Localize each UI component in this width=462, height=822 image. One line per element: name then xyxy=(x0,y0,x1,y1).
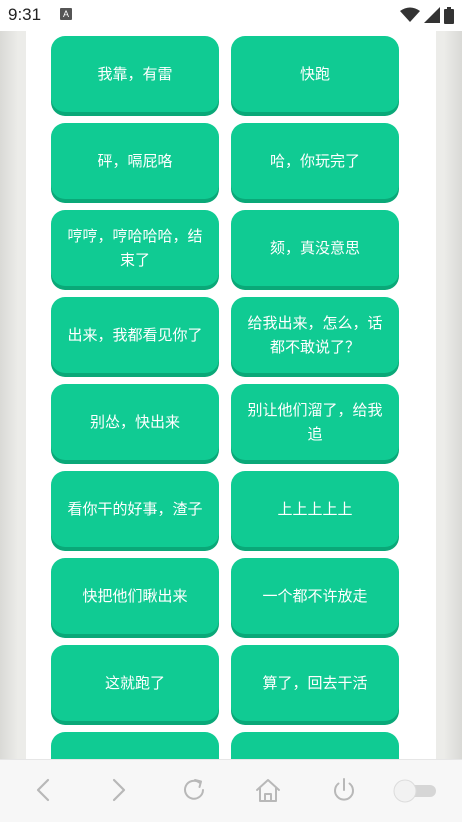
voice-button-8[interactable]: 给我出来，怎么，话都不敢说了？ xyxy=(231,297,399,373)
voice-button-10[interactable]: 别让他们溜了，给我追 xyxy=(231,384,399,460)
button-grid-card: 我靠，有雷 快跑 砰，嗝屁咯 哈，你玩完了 哼哼，哼哈哈哈，结束了 颏，真没意思… xyxy=(26,31,436,759)
status-time: 9:31 xyxy=(8,5,42,24)
voice-button-17[interactable] xyxy=(51,732,219,759)
voice-button-12[interactable]: 上上上上上 xyxy=(231,471,399,547)
voice-button-6[interactable]: 颏，真没意思 xyxy=(231,210,399,286)
notification-a-icon: A xyxy=(60,8,72,20)
power-icon[interactable] xyxy=(328,774,360,806)
forward-icon[interactable] xyxy=(102,774,134,806)
wifi-icon xyxy=(400,7,420,22)
voice-button-11[interactable]: 看你干的好事，渣子 xyxy=(51,471,219,547)
voice-button-18[interactable] xyxy=(231,732,399,759)
refresh-icon[interactable] xyxy=(178,774,210,806)
status-icons xyxy=(400,6,454,24)
voice-button-13[interactable]: 快把他们瞅出来 xyxy=(51,558,219,634)
voice-button-7[interactable]: 出来，我都看见你了 xyxy=(51,297,219,373)
voice-button-4[interactable]: 哈，你玩完了 xyxy=(231,123,399,199)
voice-button-3[interactable]: 砰，嗝屁咯 xyxy=(51,123,219,199)
voice-button-16[interactable]: 算了，回去干活 xyxy=(231,645,399,721)
voice-button-14[interactable]: 一个都不许放走 xyxy=(231,558,399,634)
voice-button-5[interactable]: 哼哼，哼哈哈哈，结束了 xyxy=(51,210,219,286)
voice-button-2[interactable]: 快跑 xyxy=(231,36,399,112)
signal-icon xyxy=(424,7,440,23)
home-icon[interactable] xyxy=(252,774,284,806)
voice-button-9[interactable]: 别怂，快出来 xyxy=(51,384,219,460)
voice-button-15[interactable]: 这就跑了 xyxy=(51,645,219,721)
toggle-switch[interactable] xyxy=(392,778,438,804)
browser-nav-bar xyxy=(0,759,462,822)
back-icon[interactable] xyxy=(28,774,60,806)
status-bar: 9:31 A xyxy=(0,0,462,31)
voice-button-1[interactable]: 我靠，有雷 xyxy=(51,36,219,112)
battery-icon xyxy=(444,6,454,24)
